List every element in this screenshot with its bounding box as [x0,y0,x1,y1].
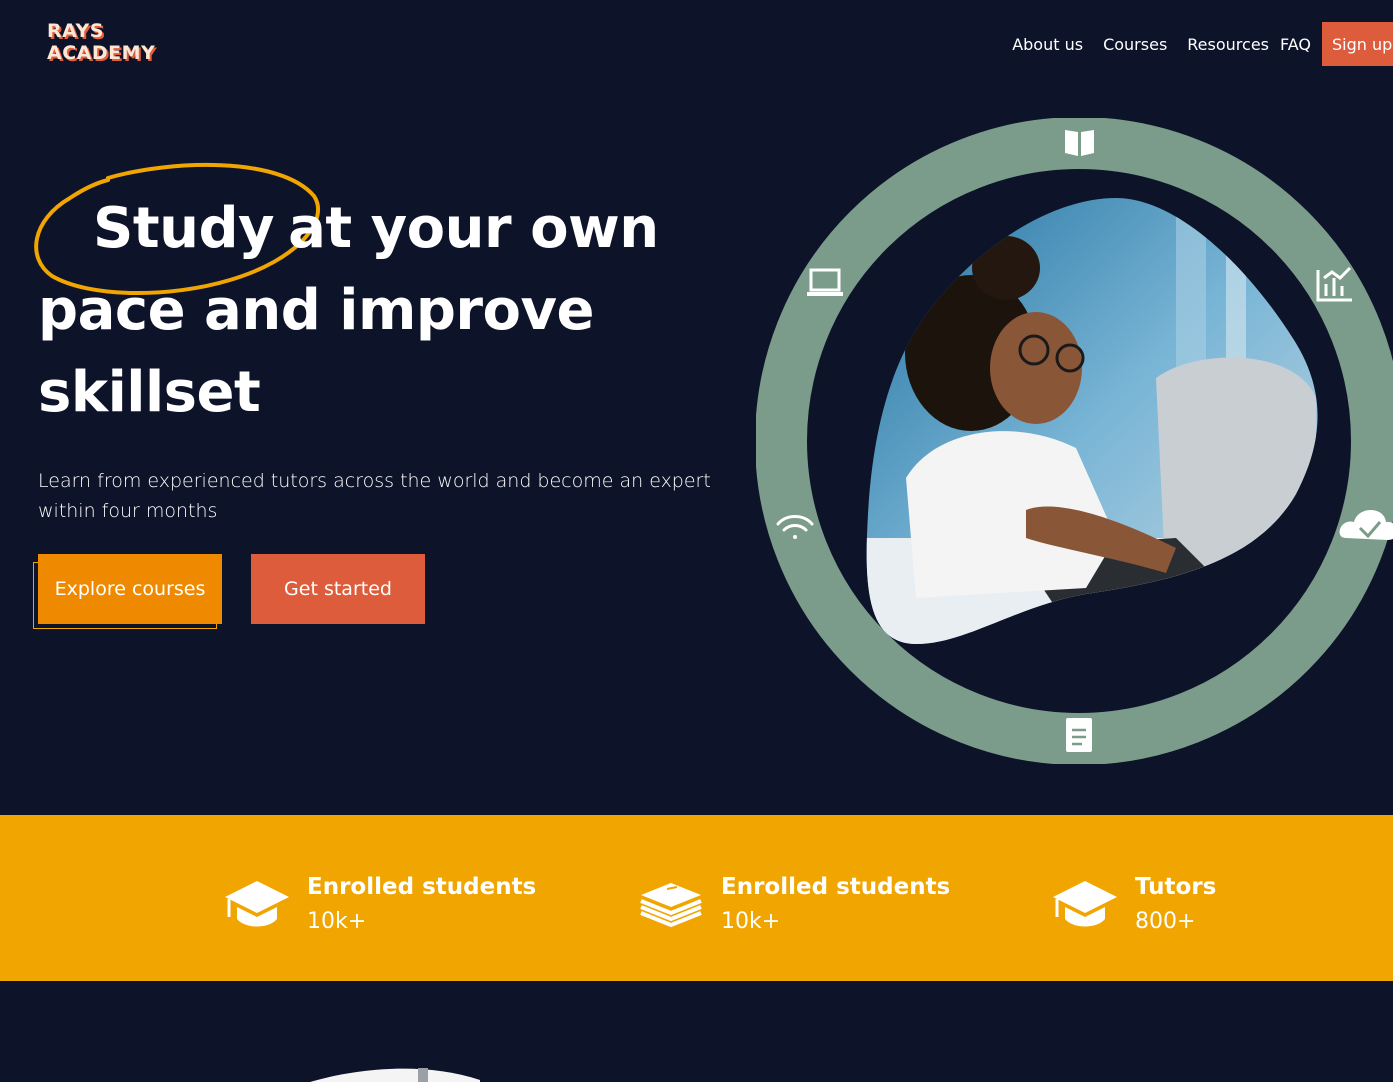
main-nav: About us Courses Resources FAQ Sign up [1012,22,1393,66]
stat-tutors: Tutors 800+ [1051,873,1216,937]
notepad-icon [1066,718,1092,752]
nav-courses[interactable]: Courses [1103,35,1167,54]
stat-label: Enrolled students [307,874,537,900]
logo-line-1: RAYS [47,20,104,42]
logo[interactable]: RAYS ACADEMY [47,20,155,64]
hero-subtitle: Learn from experienced tutors across the… [38,470,711,522]
hero-illustration [756,118,1393,764]
graduation-cap-icon [1053,881,1117,927]
stat-value: 10k+ [721,909,781,934]
stat-enrolled-students: Enrolled students 10k+ [223,873,536,937]
nav-about-us[interactable]: About us [1012,35,1083,54]
hero-title-highlight: Study [93,196,275,261]
stat-label: Enrolled students [721,874,951,900]
stat-value: 800+ [1135,909,1196,934]
hero-title: Study at your own pace and improve skills… [38,188,718,434]
signup-button[interactable]: Sign up [1322,22,1393,66]
logo-line-2: ACADEMY [47,42,156,64]
stat-enrolled-students-2: Enrolled students 10k+ [637,873,950,937]
nav-resources[interactable]: Resources [1187,35,1269,54]
stat-value: 10k+ [307,909,367,934]
graduation-cap-icon [225,881,289,927]
stats-band: Enrolled students 10k+ Enrolled students… [0,815,1393,981]
get-started-button[interactable]: Get started [251,554,425,624]
stat-label: Tutors [1135,874,1217,900]
student-photo [866,198,1318,644]
nav-faq[interactable]: FAQ [1280,35,1311,54]
next-section-image [310,1068,480,1082]
books-icon [640,883,702,928]
explore-courses-button[interactable]: Explore courses [38,554,222,624]
